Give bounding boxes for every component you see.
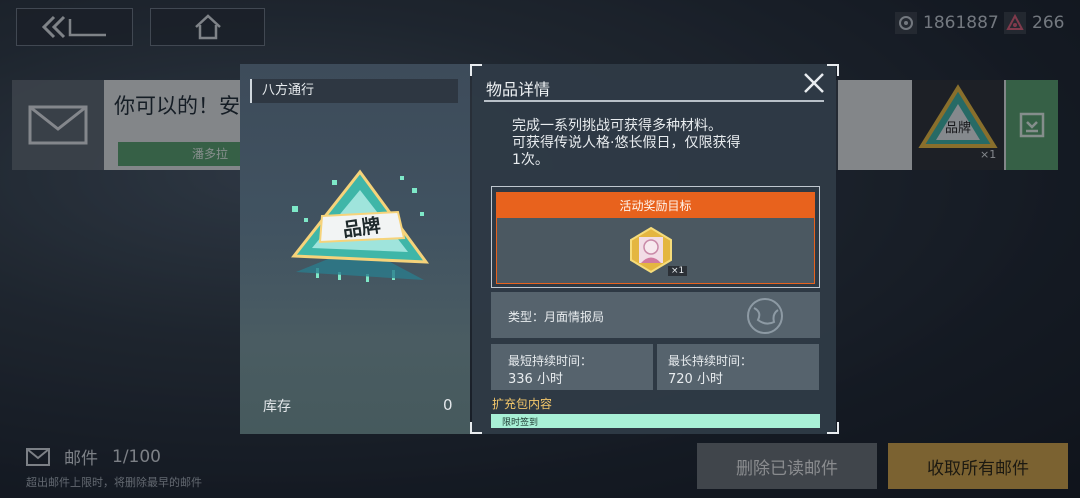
min-duration-label: 最短持续时间： (508, 354, 593, 368)
item-type-text: 类型：月面情报局 (508, 310, 605, 324)
max-duration-value: 720 小时 (668, 372, 723, 387)
pack-item-row[interactable] (491, 414, 820, 428)
description-line: 1次。 (512, 152, 549, 168)
description-line: 完成一系列挑战可获得多种材料。 (512, 118, 722, 134)
globe-icon (747, 298, 783, 334)
detail-title: 物品详情 (486, 80, 551, 99)
panel-corner (470, 422, 482, 434)
min-duration-value: 336 小时 (508, 372, 563, 387)
stock-label: 库存 (263, 399, 291, 415)
pack-item-label: 限时签到 (502, 418, 539, 428)
title-divider (484, 100, 824, 102)
reward-count: ×1 (668, 266, 688, 276)
panel-corner (827, 422, 839, 434)
max-duration-label: 最长持续时间： (668, 354, 753, 368)
description-line: 可获得传说人格·悠长假日，仅限获得 (512, 135, 741, 151)
panel-corner (827, 64, 839, 76)
panel-corner (470, 64, 482, 76)
item-name: 八方通行 (250, 79, 458, 103)
pack-contents-label: 扩充包内容 (492, 397, 553, 411)
item-description: 完成一系列挑战可获得多种材料。 可获得传说人格·悠长假日，仅限获得 1次。 (512, 118, 812, 169)
stock-value: 0 (443, 396, 453, 414)
close-icon[interactable] (803, 72, 825, 94)
reward-target-header: 活动奖励目标 (496, 192, 815, 218)
item-emblem-image: 品牌 (291, 169, 430, 282)
